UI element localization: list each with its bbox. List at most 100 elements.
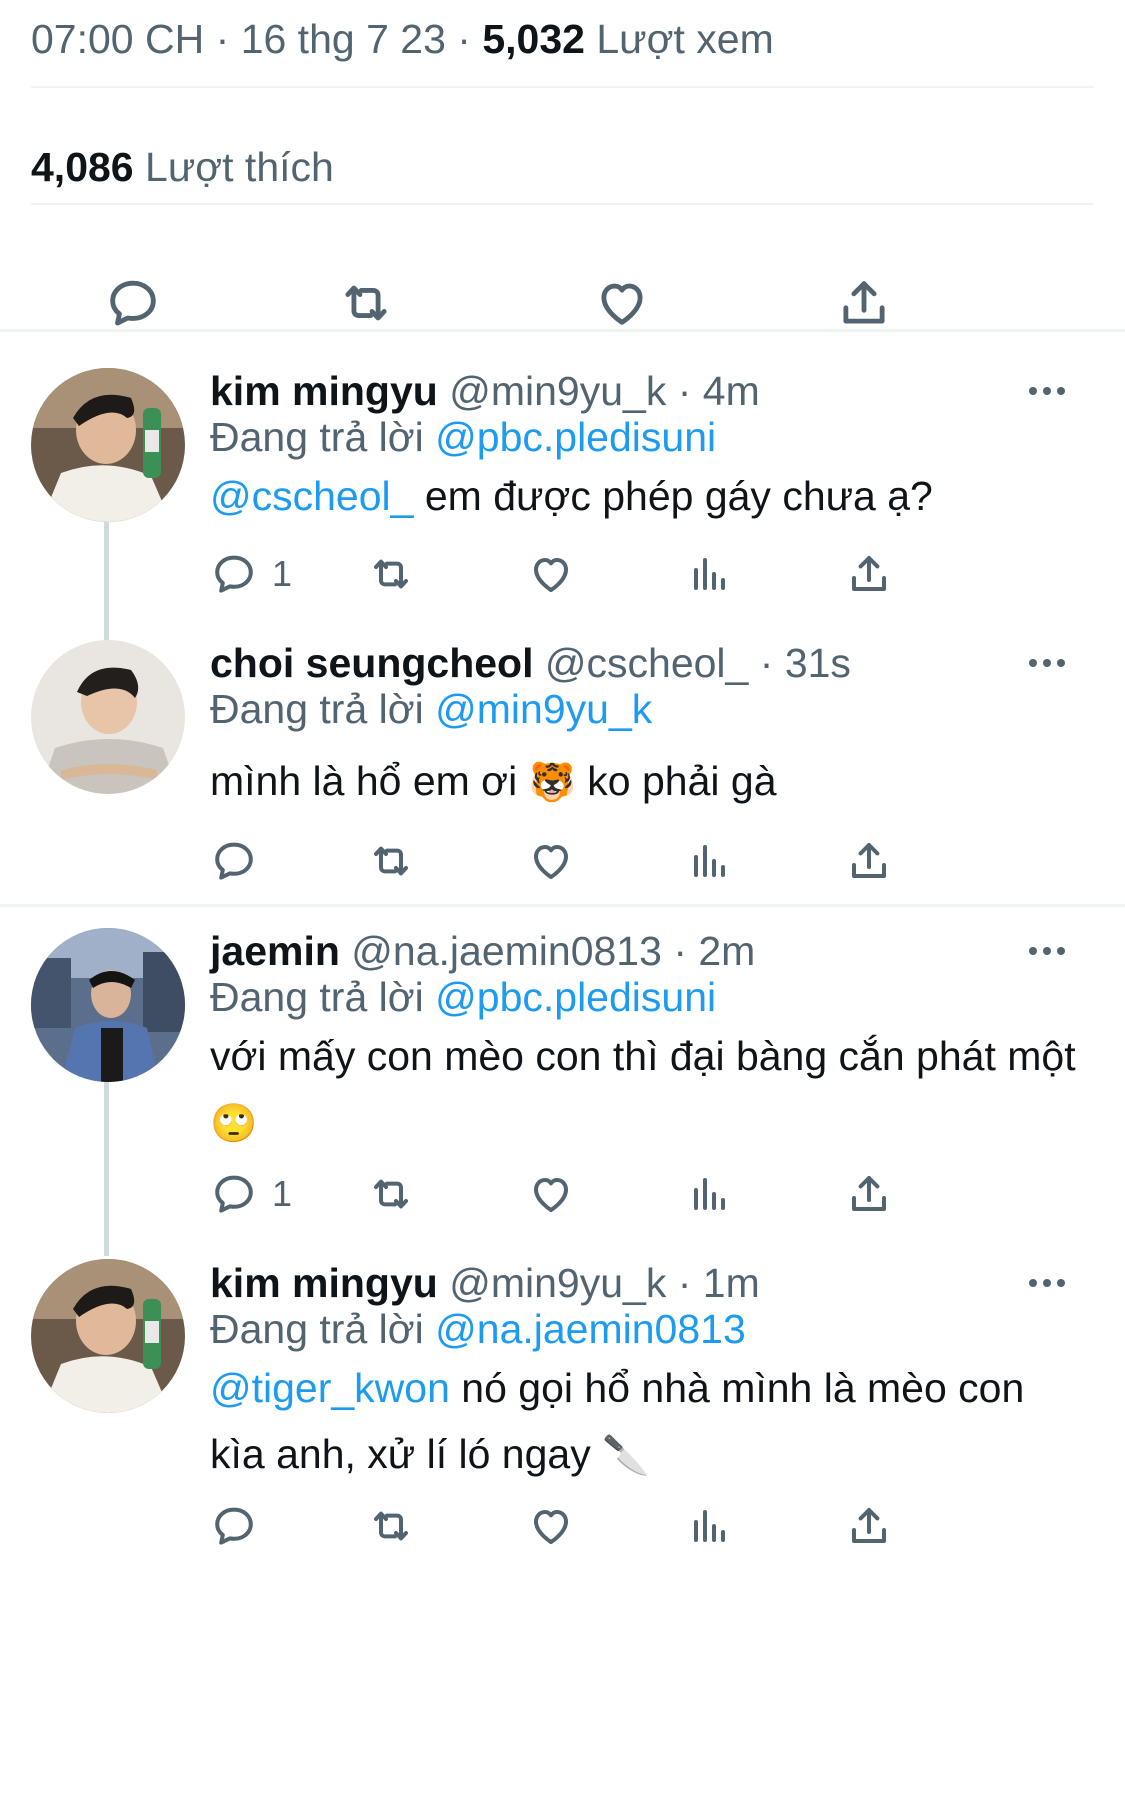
replying-prefix: Đang trả lời — [210, 974, 424, 1020]
reply-body: em được phép gáy chưa ạ? — [413, 473, 933, 519]
reply-actions: 1 — [210, 546, 1010, 602]
likes-count: 4,086 — [31, 144, 134, 190]
reply-header: kim mingyu @min9yu_k · 4m — [210, 366, 760, 416]
reply-icon — [210, 1502, 258, 1550]
views-count: 5,032 — [482, 16, 585, 62]
reply-time: 2m — [698, 928, 756, 974]
reply-text: @cscheol_ em được phép gáy chưa ạ? — [210, 463, 1090, 529]
retweet-button[interactable] — [367, 1166, 415, 1222]
mention-link[interactable]: @cscheol_ — [210, 473, 413, 519]
reply-actions — [210, 1498, 1010, 1554]
display-name[interactable]: jaemin — [210, 928, 340, 974]
replying-mention[interactable]: @pbc.pledisuni — [435, 414, 716, 460]
more-options-button[interactable] — [1019, 1258, 1075, 1308]
reply-button[interactable]: 1 — [210, 1166, 292, 1222]
retweet-button[interactable] — [367, 1498, 415, 1554]
likes-row[interactable]: 4,086 Lượt thích — [31, 142, 334, 192]
views-button[interactable] — [686, 1498, 734, 1554]
share-icon — [845, 837, 893, 885]
views-button[interactable] — [686, 546, 734, 602]
display-name[interactable]: kim mingyu — [210, 1260, 438, 1306]
reply-icon — [210, 837, 258, 885]
tweet-date: 16 thg 7 23 — [240, 16, 446, 62]
reply-body-end: ko phải gà — [575, 758, 777, 804]
like-button[interactable] — [527, 1166, 575, 1222]
retweet-icon — [337, 274, 395, 332]
meta-separator: · — [457, 16, 471, 62]
reply-button[interactable] — [98, 268, 168, 338]
share-icon — [845, 1502, 893, 1550]
like-icon — [527, 1170, 575, 1218]
user-handle[interactable]: @min9yu_k — [449, 1260, 666, 1306]
mention-link[interactable]: @tiger_kwon — [210, 1365, 450, 1411]
replying-to: Đang trả lời @pbc.pledisuni — [210, 972, 716, 1022]
tweet-meta: 07:00 CH · 16 thg 7 23 · 5,032 Lượt xem — [31, 14, 774, 64]
share-button[interactable] — [845, 546, 893, 602]
reply-button[interactable] — [210, 1498, 272, 1554]
avatar[interactable] — [31, 368, 185, 522]
retweet-button[interactable] — [331, 268, 401, 338]
replying-prefix: Đang trả lời — [210, 686, 424, 732]
views-icon — [686, 550, 734, 598]
separator: · — [759, 640, 774, 686]
knife-emoji: 🔪 — [602, 1435, 650, 1477]
reply-header: jaemin @na.jaemin0813 · 2m — [210, 926, 755, 976]
views-icon — [686, 1170, 734, 1218]
like-icon — [527, 1502, 575, 1550]
user-handle[interactable]: @na.jaemin0813 — [351, 928, 662, 974]
reply-button[interactable] — [210, 833, 272, 889]
more-options-button[interactable] — [1019, 366, 1075, 416]
share-button[interactable] — [845, 1166, 893, 1222]
share-icon — [845, 1170, 893, 1218]
display-name[interactable]: kim mingyu — [210, 368, 438, 414]
divider — [31, 86, 1094, 88]
user-handle[interactable]: @min9yu_k — [449, 368, 666, 414]
retweet-button[interactable] — [367, 546, 415, 602]
views-button[interactable] — [686, 1166, 734, 1222]
views-button[interactable] — [686, 833, 734, 889]
like-icon — [527, 550, 575, 598]
display-name[interactable]: choi seungcheol — [210, 640, 534, 686]
reply-header: choi seungcheol @cscheol_ · 31s — [210, 638, 851, 688]
avatar[interactable] — [31, 928, 185, 1082]
like-button[interactable] — [587, 268, 657, 338]
avatar[interactable] — [31, 640, 185, 794]
share-button[interactable] — [829, 268, 899, 338]
like-button[interactable] — [527, 833, 575, 889]
replying-prefix: Đang trả lời — [210, 1306, 424, 1352]
reply-count: 1 — [272, 1173, 293, 1214]
views-icon — [686, 837, 734, 885]
thread-line — [104, 505, 109, 645]
reply-button[interactable]: 1 — [210, 546, 292, 602]
reply-body: với mấy con mèo con thì đại bàng cắn phá… — [210, 1033, 1076, 1079]
views-icon — [686, 1502, 734, 1550]
retweet-icon — [367, 1170, 415, 1218]
meta-separator: · — [215, 16, 230, 62]
like-button[interactable] — [527, 546, 575, 602]
retweet-button[interactable] — [367, 833, 415, 889]
like-button[interactable] — [527, 1498, 575, 1554]
reply-time: 31s — [784, 640, 851, 686]
replying-mention[interactable]: @pbc.pledisuni — [435, 974, 716, 1020]
avatar[interactable] — [31, 1259, 185, 1413]
like-icon — [593, 274, 651, 332]
share-button[interactable] — [845, 833, 893, 889]
replying-mention[interactable]: @min9yu_k — [435, 686, 652, 732]
tweet-time: 07:00 CH — [31, 16, 205, 62]
separator: · — [677, 1260, 692, 1306]
share-icon — [835, 274, 893, 332]
retweet-icon — [367, 1502, 415, 1550]
share-icon — [845, 550, 893, 598]
section-divider — [0, 329, 1125, 332]
reply-icon — [104, 274, 162, 332]
reply-text: @tiger_kwon nó gọi hổ nhà mình là mèo co… — [210, 1355, 1090, 1489]
replying-to: Đang trả lời @min9yu_k — [210, 684, 652, 734]
more-options-button[interactable] — [1019, 638, 1075, 688]
separator: · — [673, 928, 687, 974]
more-options-button[interactable] — [1019, 926, 1075, 976]
retweet-icon — [367, 837, 415, 885]
share-button[interactable] — [845, 1498, 893, 1554]
replying-mention[interactable]: @na.jaemin0813 — [435, 1306, 746, 1352]
user-handle[interactable]: @cscheol_ — [545, 640, 748, 686]
replying-prefix: Đang trả lời — [210, 414, 424, 460]
